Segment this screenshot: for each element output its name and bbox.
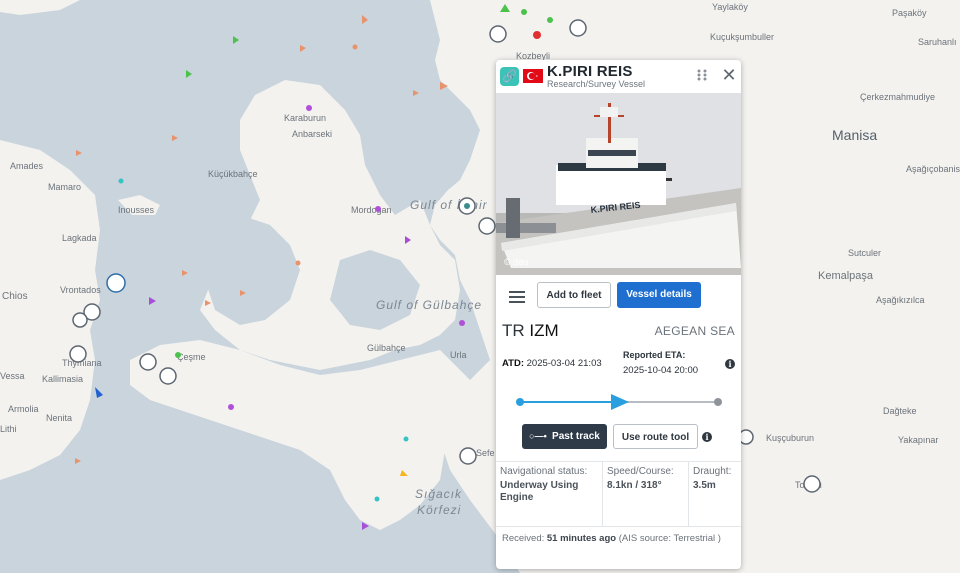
track-icon: ○—• <box>529 431 550 441</box>
port-icon[interactable] <box>459 447 477 465</box>
atd-value: 2025-03-04 21:03 <box>526 358 602 369</box>
panel-header: 🔗 K.PIRI REIS Research/Survey Vessel ✕ <box>496 60 741 93</box>
map-label-mamaro: Mamaro <box>48 182 81 192</box>
map-label-asagikizilca: Aşağıkızılca <box>876 295 925 305</box>
port-icon[interactable] <box>69 345 87 363</box>
received-source: (AIS source: Terrestrial ) <box>618 533 721 544</box>
menu-icon[interactable] <box>509 289 525 303</box>
port-icon[interactable] <box>72 312 88 328</box>
map-label-yaylakoy: Yaylaköy <box>712 2 748 12</box>
map-label-saruhanli: Saruhanlı <box>918 37 957 47</box>
port-icon[interactable] <box>139 353 157 371</box>
eta-info-icon[interactable]: i <box>725 359 735 369</box>
past-track-label: Past track <box>552 431 600 442</box>
close-icon[interactable]: ✕ <box>720 65 738 85</box>
port-country: TR <box>502 321 525 340</box>
received-value: 51 minutes ago <box>546 533 617 544</box>
vessel-details-button[interactable]: Vessel details <box>617 282 701 308</box>
map-label-cerkezmahmudiye: Çerkezmahmudiye <box>860 92 935 102</box>
atd-label: ATD: <box>502 358 524 369</box>
map-label-inousses: Inousses <box>118 205 155 215</box>
map-label-amades: Amades <box>10 161 44 171</box>
port-icon[interactable] <box>489 25 507 43</box>
map-label-lagkada: Lagkada <box>62 233 97 243</box>
map-label-dagteke: Dağteke <box>883 406 917 416</box>
map-label-cesme: Çeşme <box>177 352 206 362</box>
map-label-vrontados: Vrontados <box>60 285 101 295</box>
destination-port: TR IZM <box>502 321 559 341</box>
map-label-anbarseki: Anbarseki <box>292 129 332 139</box>
map-label-sutculer: Sutculer <box>848 248 881 258</box>
map-label-chios: Chios <box>2 291 28 302</box>
nav-status-value: Underway Using Engine <box>500 480 579 503</box>
vessel-type: Research/Survey Vessel <box>547 79 646 89</box>
received-label: Received: <box>502 533 545 544</box>
map-label-manisa: Manisa <box>832 127 877 143</box>
atd-line: ATD: 2025-03-04 21:03 <box>502 358 602 369</box>
voyage-progress-bar <box>516 394 722 410</box>
speed-course-label: Speed/Course: <box>607 466 674 477</box>
speed-course-cell: Speed/Course: 8.1kn / 318° <box>603 462 689 526</box>
drag-handle-icon[interactable] <box>696 68 710 84</box>
port-icon[interactable] <box>803 475 821 493</box>
draught-label: Draught: <box>693 466 732 477</box>
map-label-kemalpasa: Kemalpaşa <box>818 270 874 282</box>
map-label-seferihisar: Sefe <box>476 448 495 458</box>
photo-credit: © deu <box>504 257 529 267</box>
vessel-stats-grid: Navigational status: Underway Using Engi… <box>496 461 741 527</box>
vessel-info-panel: 🔗 K.PIRI REIS Research/Survey Vessel ✕ K… <box>496 60 741 569</box>
map-label-kucuksumbuller: Kuçukşumbuller <box>710 32 774 42</box>
speed-course-value: 8.1kn / 318° <box>607 480 662 491</box>
eta-label: Reported ETA: <box>623 350 686 360</box>
map-label-mordogan: Mordoğan <box>351 205 392 215</box>
map-canvas[interactable]: Yaylaköy Paşaköy Kuçukşumbuller Saruhanl… <box>0 0 960 573</box>
port-code: IZM <box>529 321 559 340</box>
map-label-armolia: Armolia <box>8 404 39 414</box>
map-label-gulbahce: Gülbahçe <box>367 343 406 353</box>
vessel-name: K.PIRI REIS <box>547 63 633 80</box>
add-to-fleet-button[interactable]: Add to fleet <box>537 282 611 308</box>
vessel-area: AEGEAN SEA <box>654 324 735 338</box>
map-label-sigacik-1: Sığacık <box>415 487 462 501</box>
port-icon[interactable] <box>478 217 496 235</box>
map-label-pasakoy: Paşaköy <box>892 8 927 18</box>
navigation-aid-icon[interactable] <box>106 273 126 293</box>
map-label-vessa: Vessa <box>0 371 25 381</box>
map-label-gulf-gulbahce: Gulf of Gülbahçe <box>376 298 482 312</box>
port-icon[interactable] <box>569 19 587 37</box>
map-label-asagicobanisa: Aşağıçobanisa <box>906 164 960 174</box>
map-label-gulf-izmir: Gulf of İzmir <box>410 198 488 212</box>
port-icon[interactable] <box>159 367 177 385</box>
vessel-photo[interactable]: K.PIRI REIS <box>496 93 741 275</box>
received-info: Received: 51 minutes ago (AIS source: Te… <box>502 531 737 546</box>
route-info-icon[interactable]: i <box>702 432 712 442</box>
map-label-lithi: Lithi <box>0 424 17 434</box>
map-label-kucukbahce: Küçükbahçe <box>208 169 258 179</box>
draught-value: 3.5m <box>693 480 716 491</box>
map-label-karaburun: Karaburun <box>284 113 326 123</box>
map-label-sigacik-2: Körfezi <box>417 503 461 517</box>
past-track-button[interactable]: ○—• Past track <box>522 424 607 449</box>
draught-cell: Draught: 3.5m <box>689 462 741 526</box>
eta-value: 2025-10-04 20:00 <box>623 365 699 376</box>
use-route-tool-button[interactable]: Use route tool <box>613 424 698 449</box>
link-icon[interactable]: 🔗 <box>500 67 519 86</box>
map-label-kallimasia: Kallimasia <box>42 374 83 384</box>
map-label-kuscuburun: Kuşçuburun <box>766 433 814 443</box>
port-icon[interactable] <box>738 429 754 445</box>
map-label-urla: Urla <box>450 350 467 360</box>
map-label-yakapinar: Yakapınar <box>898 435 938 445</box>
flag-turkey-icon <box>523 69 543 83</box>
map-label-nenita: Nenita <box>46 413 72 423</box>
nav-status-cell: Navigational status: Underway Using Engi… <box>496 462 603 526</box>
nav-status-label: Navigational status: <box>500 466 588 477</box>
